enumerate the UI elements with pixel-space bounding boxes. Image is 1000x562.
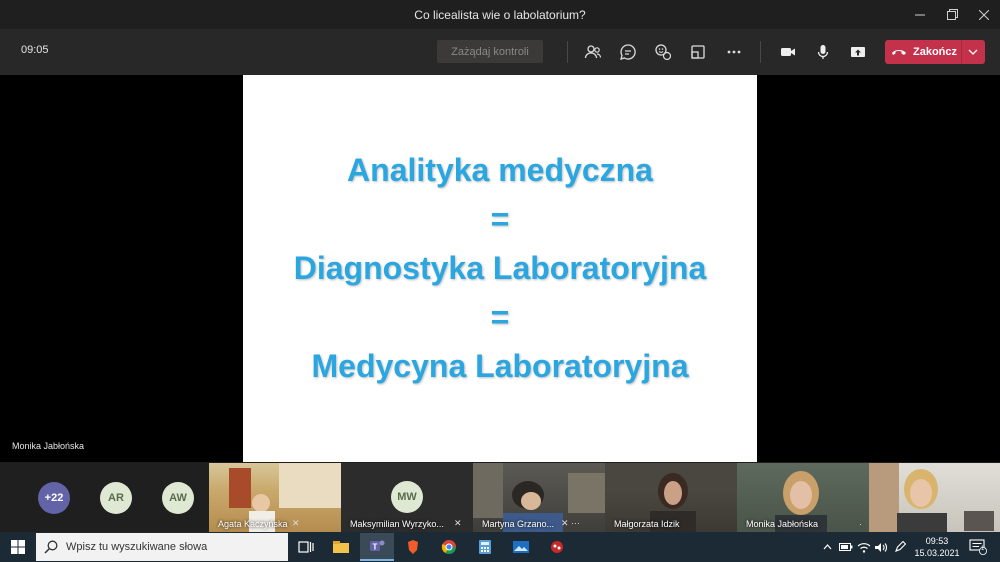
more-icon: · [859, 519, 862, 529]
chrome-icon[interactable] [432, 533, 466, 561]
microphone-icon[interactable] [811, 40, 835, 64]
calculator-icon[interactable] [468, 533, 502, 561]
rooms-icon[interactable] [686, 40, 710, 64]
wifi-icon[interactable] [856, 532, 872, 562]
slide-line: Diagnostyka Laboratoryjna [293, 250, 707, 286]
svg-text:T: T [373, 543, 378, 552]
hang-up-icon [885, 47, 913, 57]
participant-video-tile[interactable] [869, 463, 1000, 532]
end-call-divider [961, 40, 962, 64]
toolbar-divider [567, 41, 568, 63]
participant-name: Maksymilian Wyrzyko... [350, 519, 444, 529]
participant-video-tile[interactable]: Monika Jabłońska · [737, 463, 869, 532]
end-call-button[interactable]: Zakończ [885, 40, 985, 64]
notification-center-icon[interactable]: 1 [966, 532, 990, 562]
participant-name: Agata Kaczyńska [218, 519, 288, 529]
chat-icon[interactable] [616, 40, 640, 64]
file-explorer-icon[interactable] [324, 533, 358, 561]
slide-line: Analityka medyczna [347, 152, 653, 188]
close-icon[interactable] [968, 0, 1000, 29]
photos-icon[interactable] [504, 533, 538, 561]
minimize-icon[interactable] [904, 0, 936, 29]
share-screen-icon[interactable] [846, 40, 870, 64]
participant-name: Małgorzata Idzik [614, 519, 680, 529]
end-call-label: Zakończ [913, 46, 958, 58]
windows-taskbar: Wpisz tu wyszukiwane słowa T 09:53 15.03… [0, 532, 1000, 562]
search-icon [44, 540, 58, 554]
avatar[interactable]: AW [162, 482, 194, 514]
taskbar-search-box[interactable]: Wpisz tu wyszukiwane słowa [36, 533, 288, 561]
task-view-icon[interactable] [289, 533, 323, 561]
slide-line: = [490, 299, 510, 335]
window-title: Co licealista wie o labolatorium? [414, 7, 586, 22]
request-control-button[interactable]: Zażądaj kontroli [437, 40, 543, 63]
brave-browser-icon[interactable] [396, 533, 430, 561]
taskbar-clock[interactable]: 09:53 15.03.2021 [912, 535, 962, 559]
search-placeholder: Wpisz tu wyszukiwane słowa [66, 541, 208, 553]
muted-microphone-icon: ✕ ··· [561, 518, 581, 528]
presenter-name: Monika Jabłońska [12, 441, 85, 451]
slide-line: Medycyna Laboratoryjna [311, 348, 689, 384]
avatar: MW [391, 481, 423, 513]
pen-icon[interactable] [892, 532, 908, 562]
camera-icon[interactable] [776, 40, 800, 64]
windows-logo-icon [11, 540, 25, 554]
clock-time: 09:53 [925, 536, 949, 546]
slide-line: = [490, 201, 510, 237]
participant-name: Martyna Grzano... [482, 519, 555, 529]
volume-icon[interactable] [873, 532, 889, 562]
participant-video-tile[interactable]: Martyna Grzano... ✕ ··· [473, 463, 605, 532]
presentation-slide: Analityka medyczna = Diagnostyka Laborat… [243, 75, 757, 462]
chevron-down-icon[interactable] [965, 44, 981, 60]
avatar[interactable]: AR [100, 482, 132, 514]
meeting-toolbar: 09:05 Zażądaj kontroli Zakończ [0, 29, 1000, 75]
title-bar: Co licealista wie o labolatorium? [0, 0, 1000, 29]
game-app-icon[interactable] [540, 533, 574, 561]
teams-icon[interactable]: T [360, 533, 394, 561]
restore-icon[interactable] [936, 0, 968, 29]
chevron-up-icon[interactable] [820, 532, 834, 562]
participants-strip: +22 AR AW Agata Kaczyńska ✕ MW Maksymili… [0, 462, 1000, 532]
start-button[interactable] [0, 532, 36, 562]
participant-video-tile[interactable]: Agata Kaczyńska ✕ [209, 463, 341, 532]
battery-icon[interactable] [838, 532, 854, 562]
reactions-icon[interactable] [651, 40, 675, 64]
more-options-icon[interactable] [722, 40, 746, 64]
notification-count: 1 [981, 546, 985, 552]
participant-video-tile[interactable]: Małgorzata Idzik [605, 463, 737, 532]
toolbar-divider [760, 41, 761, 63]
muted-microphone-icon: ✕ [454, 518, 462, 528]
shared-content-stage: Analityka medyczna = Diagnostyka Laborat… [0, 75, 1000, 462]
participants-icon[interactable] [581, 40, 605, 64]
muted-microphone-icon: ✕ [292, 518, 300, 528]
participant-name: Monika Jabłońska [746, 519, 819, 529]
more-participants-button[interactable]: +22 [38, 482, 70, 514]
video-frame [869, 463, 994, 532]
clock-date: 15.03.2021 [914, 548, 960, 558]
window-controls [904, 0, 1000, 29]
call-timer: 09:05 [21, 44, 49, 56]
participant-video-tile[interactable]: MW Maksymilian Wyrzyko... ✕ [341, 463, 473, 532]
